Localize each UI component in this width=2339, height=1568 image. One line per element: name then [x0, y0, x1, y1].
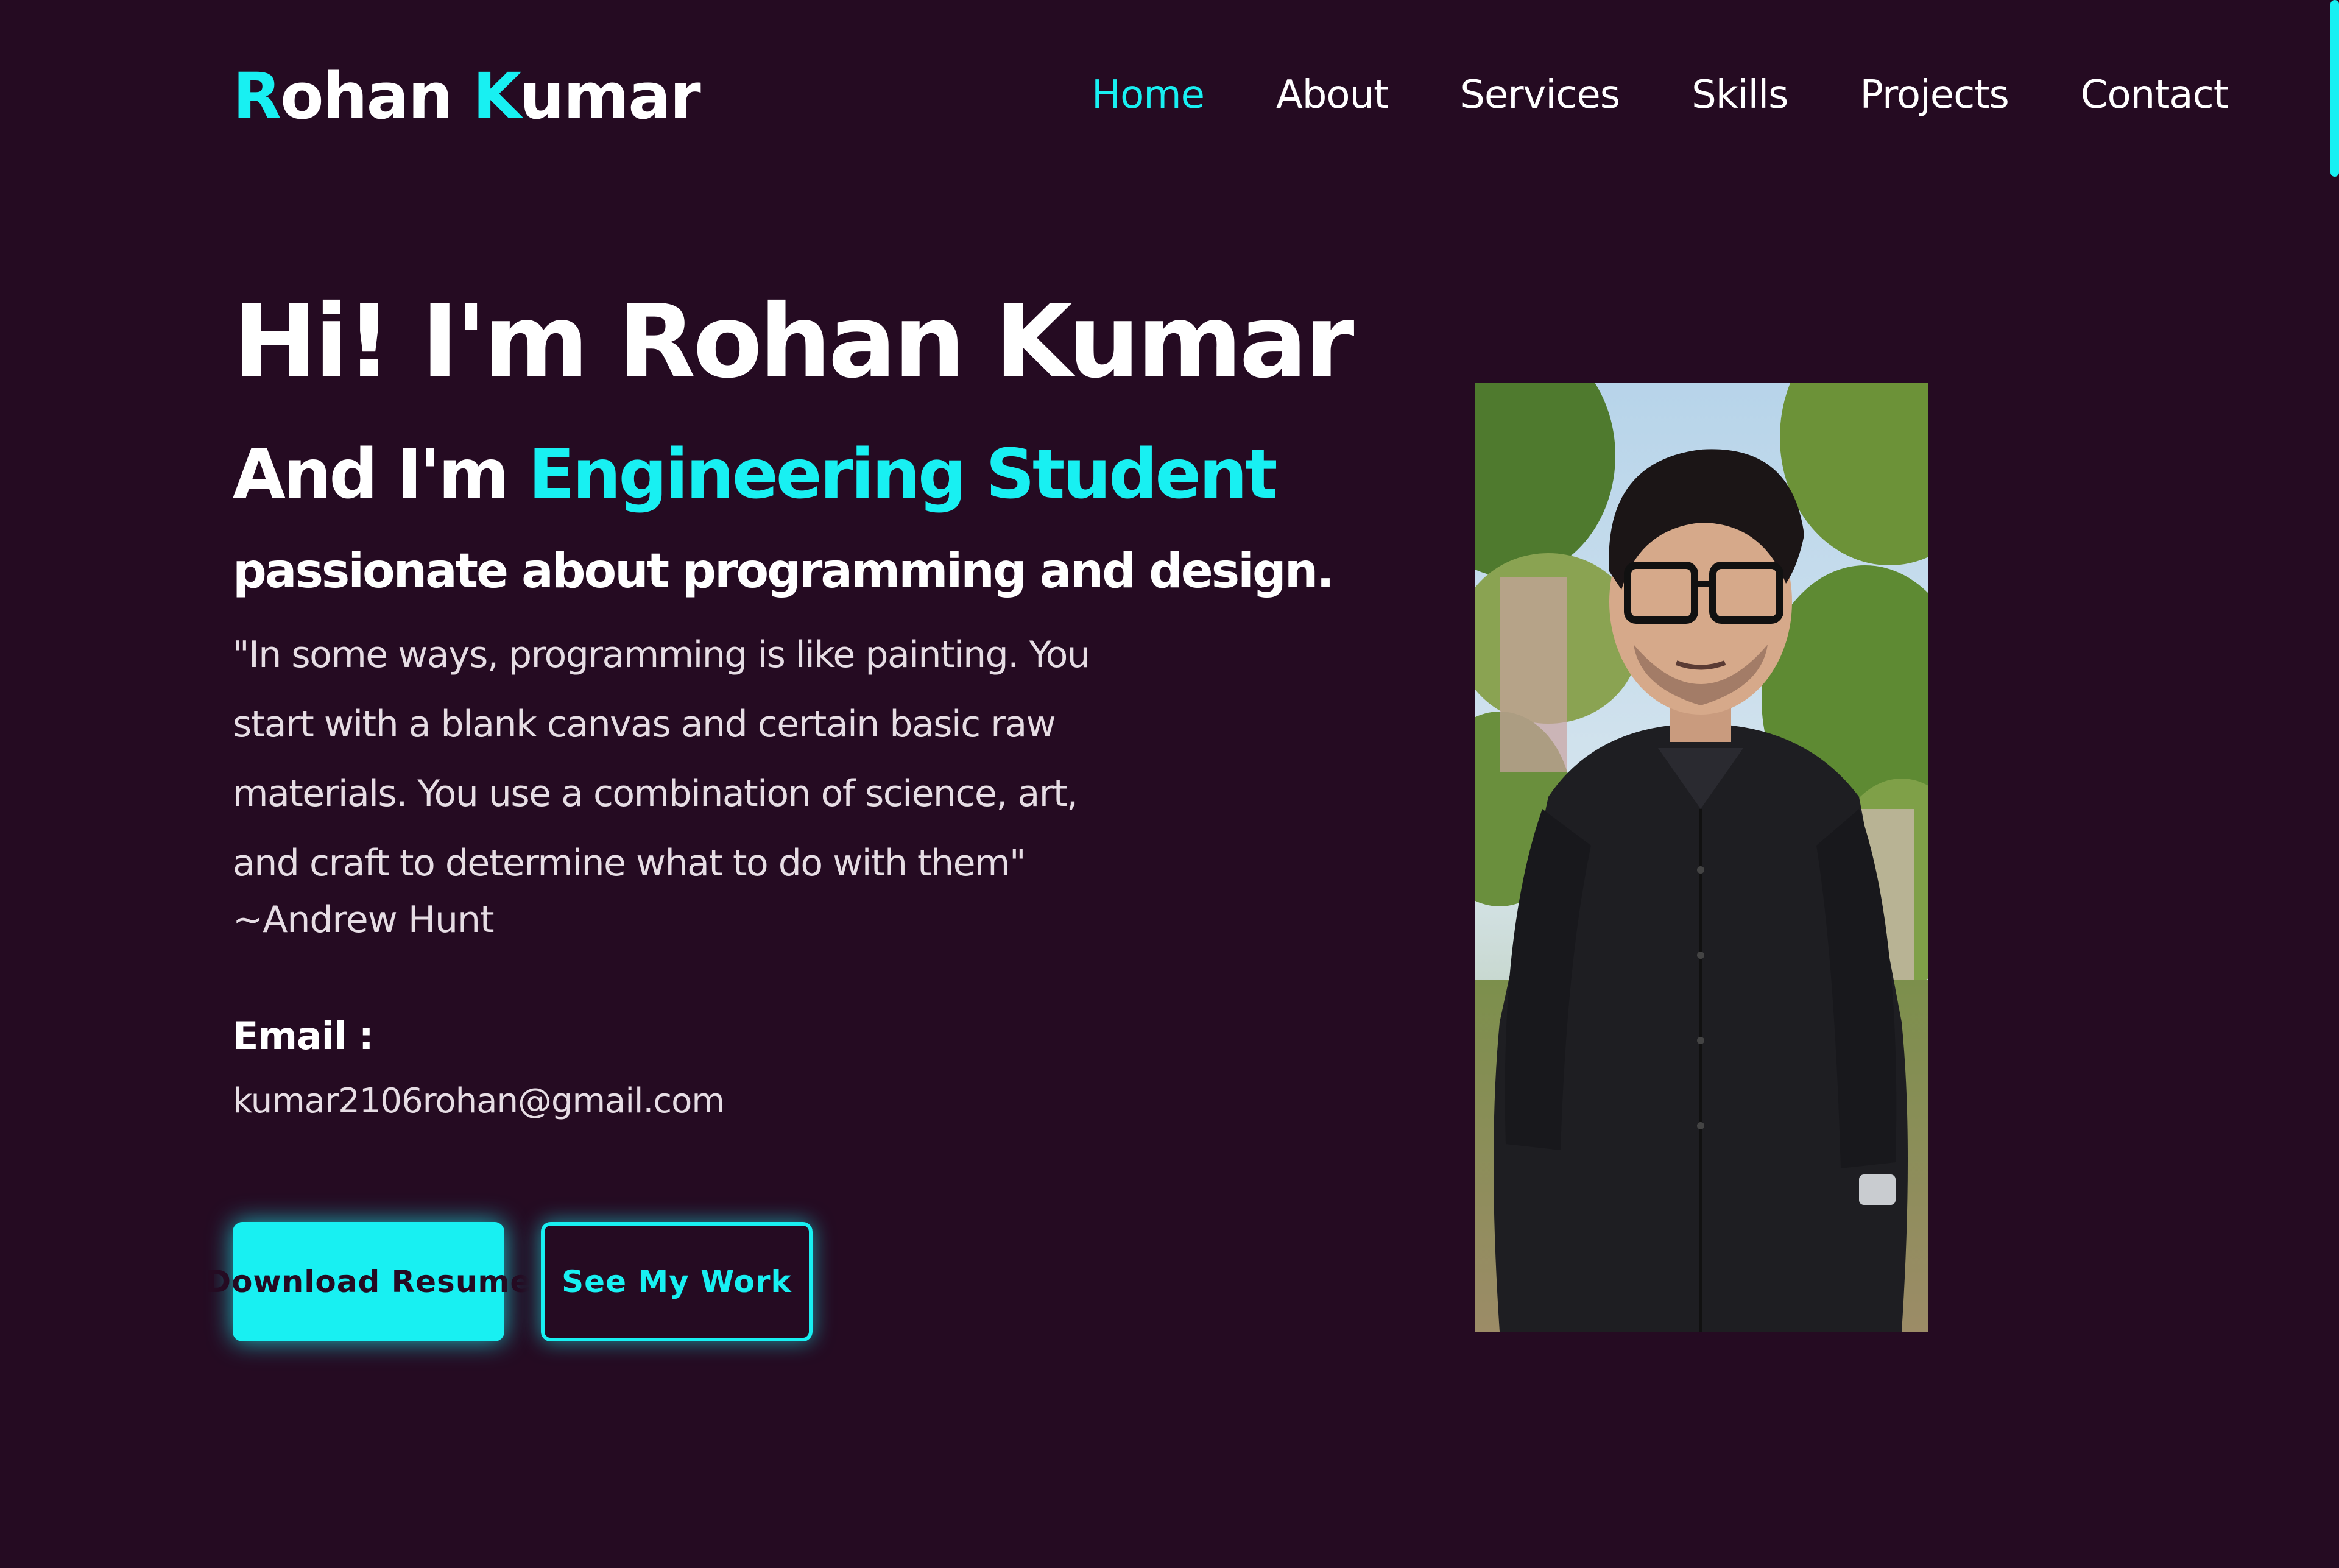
hero-role: Engineering Student: [528, 435, 1277, 514]
nav-services[interactable]: Services: [1460, 72, 1620, 119]
logo-initial-last: K: [473, 59, 521, 133]
nav-projects[interactable]: Projects: [1860, 72, 2009, 119]
logo-initial-first: R: [233, 59, 281, 133]
logo-last-rest: umar: [519, 59, 701, 133]
quote-author: ~Andrew Hunt: [233, 899, 495, 941]
download-resume-button[interactable]: Download Resume: [206, 1222, 531, 1341]
hero-role-line: And I'm Engineering Student: [233, 434, 1278, 515]
hero-passion: passionate about programming and design.: [233, 544, 1335, 599]
nav-about[interactable]: About: [1276, 72, 1389, 119]
scrollbar-track[interactable]: [2326, 0, 2339, 1568]
see-my-work-button[interactable]: See My Work: [541, 1222, 813, 1341]
nav-home[interactable]: Home: [1092, 72, 1205, 119]
hero-quote: "In some ways, programming is like paint…: [233, 634, 1090, 885]
nav-contact[interactable]: Contact: [2081, 72, 2229, 119]
nav-skills[interactable]: Skills: [1692, 72, 1788, 119]
main-nav: Home About Services Skills Projects Cont…: [1092, 72, 2229, 119]
hero-role-prefix: And I'm: [233, 435, 529, 514]
email-label: Email :: [233, 1014, 374, 1058]
profile-photo: [1475, 383, 1928, 1332]
logo-first-rest: ohan: [280, 59, 473, 133]
portfolio-page: Rohan Kumar Home About Services Skills P…: [0, 0, 2339, 1568]
hero-title: Hi! I'm Rohan Kumar: [233, 283, 1354, 401]
email-address[interactable]: kumar2106rohan@gmail.com: [233, 1081, 725, 1121]
site-logo[interactable]: Rohan Kumar: [233, 58, 701, 135]
scrollbar-thumb[interactable]: [2330, 0, 2339, 177]
